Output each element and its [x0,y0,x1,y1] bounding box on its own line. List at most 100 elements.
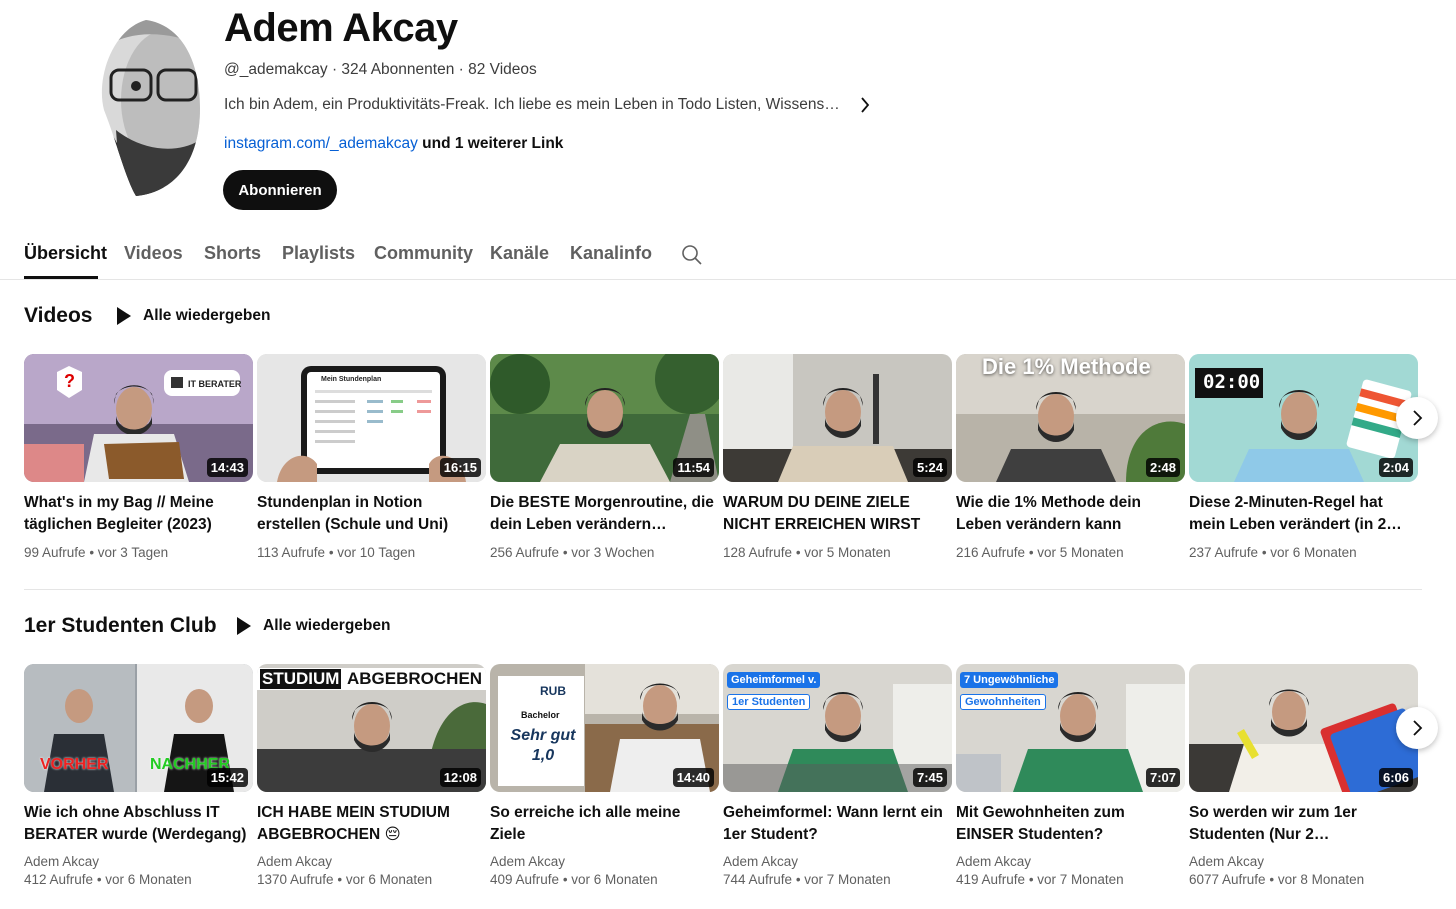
thumbnail-overlay-text: Bachelor [521,710,560,720]
upload-age: vor 6 Monaten [1270,545,1357,560]
video-duration: 16:15 [439,458,481,477]
video-card[interactable]: RUB Bachelor Sehr gut 1,0 14:40 So errei… [490,664,719,889]
video-thumbnail[interactable]: 6:06 [1189,664,1418,792]
upload-age: vor 6 Monaten [571,872,658,887]
upload-age: vor 8 Monaten [1277,872,1365,887]
view-count: 744 Aufrufe [723,872,793,887]
view-count: 237 Aufrufe [1189,545,1259,560]
video-title[interactable]: WARUM DU DEINE ZIELE NICHT ERREICHEN WIR… [723,492,952,536]
video-title[interactable]: ICH HABE MEIN STUDIUM ABGEBROCHEN 😔 [257,802,486,846]
video-stats: 409 Aufrufe • vor 6 Monaten [490,872,658,887]
video-card[interactable]: ? IT BERATER 14:43 What's in my Bag // M… [24,354,253,562]
chevron-right-icon [1413,410,1423,426]
video-thumbnail[interactable]: RUB Bachelor Sehr gut 1,0 14:40 [490,664,719,792]
video-title[interactable]: Stundenplan in Notion erstellen (Schule … [257,492,486,536]
video-card[interactable]: Mein Stundenplan 16:15 Stundenplan in No… [257,354,486,562]
video-thumbnail[interactable]: STUDIUM ABGEBROCHEN 12:08 [257,664,486,792]
video-thumbnail[interactable]: 5:24 [723,354,952,482]
video-channel[interactable]: Adem Akcay [490,853,719,871]
play-all-button[interactable]: Alle wiedergeben [237,617,390,635]
upload-age: vor 5 Monaten [804,545,891,560]
carousel-next-button[interactable] [1396,397,1438,439]
video-count: 82 Videos [468,61,537,78]
video-title[interactable]: Mit Gewohnheiten zum EINSER Studenten? [956,802,1185,846]
video-stats: 113 Aufrufe • vor 10 Tagen [257,545,416,560]
meta-separator: · [331,61,342,78]
play-all-label: Alle wiedergeben [143,307,271,324]
video-title[interactable]: Geheimformel: Wann lernt ein 1er Student… [723,802,952,846]
video-card[interactable]: 7 Ungewöhnliche Gewohnheiten 7:07 Mit Ge… [956,664,1185,889]
carousel-next-button[interactable] [1396,707,1438,749]
upload-age: vor 7 Monaten [804,872,891,887]
channel-avatar [96,20,200,196]
view-count: 99 Aufrufe [24,545,86,560]
thumbnail-overlay-text: ABGEBROCHEN [347,669,483,688]
video-title[interactable]: Diese 2-Minuten-Regel hat mein Leben ver… [1189,492,1418,536]
tab-videos[interactable]: Videos [124,243,183,264]
video-thumbnail[interactable]: 11:54 [490,354,719,482]
tab-about[interactable]: Kanalinfo [570,243,652,264]
video-card[interactable]: STUDIUM ABGEBROCHEN 12:08 ICH HABE MEIN … [257,664,486,889]
video-title[interactable]: So erreiche ich alle meine Ziele [490,802,719,846]
video-thumbnail[interactable]: VORHER NACHHER 15:42 [24,664,253,792]
video-channel[interactable]: Adem Akcay [257,853,486,871]
video-card[interactable]: 6:06 So werden wir zum 1er Studenten (Nu… [1189,664,1418,889]
video-thumbnail[interactable]: Geheimformel v. 1er Studenten 7:45 [723,664,952,792]
video-stats: 419 Aufrufe • vor 7 Monaten [956,872,1124,887]
tab-channels[interactable]: Kanäle [490,243,549,264]
thumbnail-overlay-text: Geheimformel v. [727,672,821,688]
instagram-link[interactable]: instagram.com/_ademakcay [224,135,418,152]
upload-age: vor 5 Monaten [1037,545,1124,560]
video-thumbnail[interactable]: ? IT BERATER 14:43 [24,354,253,482]
video-duration: 12:08 [439,768,481,787]
channel-handle: @_ademakcay [224,61,328,78]
tab-overview[interactable]: Übersicht [24,243,107,264]
channel-description[interactable]: Ich bin Adem, ein Produktivitäts-Freak. … [224,96,844,114]
tab-playlists[interactable]: Playlists [282,243,355,264]
tab-community[interactable]: Community [374,243,473,264]
search-icon[interactable] [681,244,703,266]
active-tab-indicator [24,276,98,279]
video-duration: 14:40 [672,768,714,787]
video-duration: 7:45 [912,768,947,787]
play-all-button[interactable]: Alle wiedergeben [117,307,270,325]
thumbnail-overlay-text: Sehr gut 1,0 [510,727,576,764]
video-stats: 128 Aufrufe • vor 5 Monaten [723,545,891,560]
video-card[interactable]: 02:00 2:04 Diese 2-Minuten-Regel hat mei… [1189,354,1418,562]
subscribe-button[interactable]: Abonnieren [223,170,337,210]
video-card[interactable]: Die 1% Methode 2:48 Wie die 1% Methode d… [956,354,1185,562]
video-stats: 1370 Aufrufe • vor 6 Monaten [257,872,433,887]
video-stats: 6077 Aufrufe • vor 8 Monaten [1189,872,1365,887]
video-channel[interactable]: Adem Akcay [1189,853,1418,871]
video-title[interactable]: Die BESTE Morgenroutine, die dein Leben … [490,492,719,536]
thumbnail-overlay-text: Mein Stundenplan [321,376,382,383]
video-title[interactable]: Wie die 1% Methode dein Leben verändern … [956,492,1185,536]
thumbnail-overlay-text: Gewohnheiten [960,694,1046,710]
play-icon [237,617,251,635]
section-title-playlist: 1er Studenten Club [24,614,217,637]
video-thumbnail[interactable]: 7 Ungewöhnliche Gewohnheiten 7:07 [956,664,1185,792]
video-stats: 99 Aufrufe • vor 3 Tagen [24,545,169,560]
view-count: 409 Aufrufe [490,872,560,887]
video-thumbnail[interactable]: 02:00 2:04 [1189,354,1418,482]
video-card[interactable]: 11:54 Die BESTE Morgenroutine, die dein … [490,354,719,562]
tab-shorts[interactable]: Shorts [204,243,261,264]
video-card[interactable]: Geheimformel v. 1er Studenten 7:45 Gehei… [723,664,952,889]
video-thumbnail[interactable]: Die 1% Methode 2:48 [956,354,1185,482]
video-title[interactable]: Wie ich ohne Abschluss IT BERATER wurde … [24,802,253,846]
chevron-right-icon[interactable] [856,95,874,115]
video-card[interactable]: VORHER NACHHER 15:42 Wie ich ohne Abschl… [24,664,253,889]
thumbnail-overlay-text: 7 Ungewöhnliche [960,672,1059,688]
video-title[interactable]: What's in my Bag // Meine täglichen Begl… [24,492,253,536]
view-count: 419 Aufrufe [956,872,1026,887]
video-channel[interactable]: Adem Akcay [956,853,1185,871]
video-card[interactable]: 5:24 WARUM DU DEINE ZIELE NICHT ERREICHE… [723,354,952,562]
video-thumbnail[interactable]: Mein Stundenplan 16:15 [257,354,486,482]
view-count: 256 Aufrufe [490,545,560,560]
video-title[interactable]: So werden wir zum 1er Studenten (Nur 2… [1189,802,1418,846]
video-channel[interactable]: Adem Akcay [723,853,952,871]
subscriber-count: 324 Abonnenten [341,61,455,78]
video-stats: 256 Aufrufe • vor 3 Wochen [490,545,655,560]
more-links-button[interactable]: und 1 weiterer Link [422,135,563,152]
video-channel[interactable]: Adem Akcay [24,853,253,871]
